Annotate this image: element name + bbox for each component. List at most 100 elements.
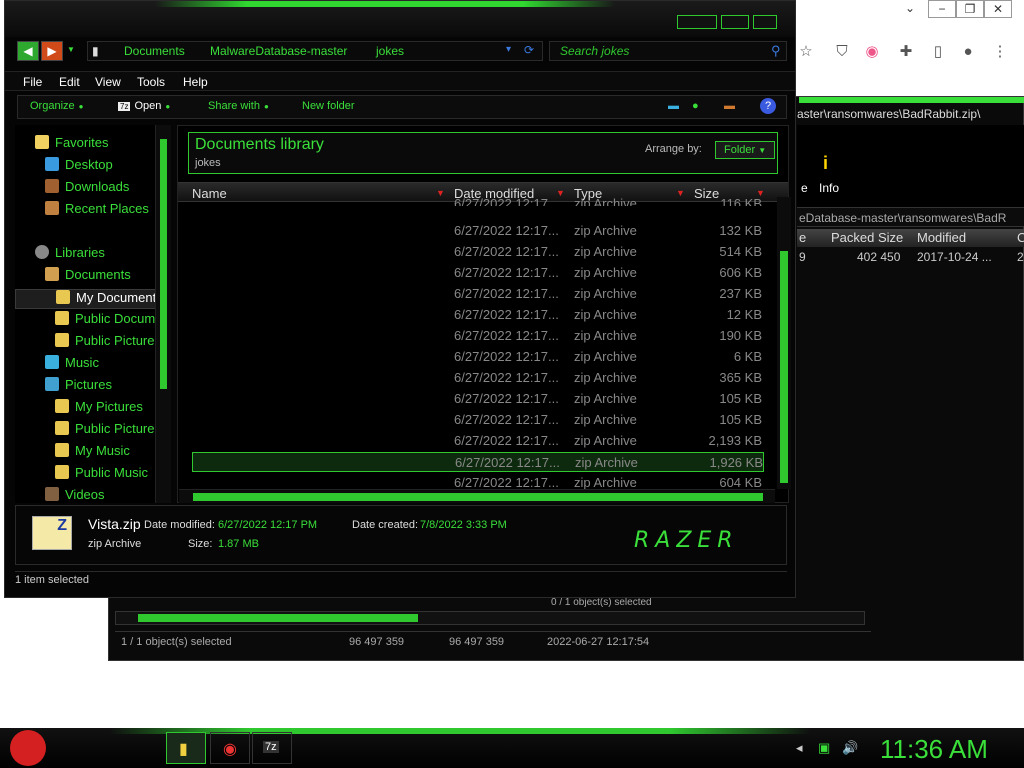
nav-item-desktop[interactable]: Desktop xyxy=(15,157,163,177)
nav-item-videos[interactable]: Videos xyxy=(15,487,163,507)
more-menu-icon[interactable]: ⋮ xyxy=(990,42,1010,62)
libraries-icon xyxy=(35,245,49,259)
file-list-horizontal-scrollbar[interactable] xyxy=(179,489,775,503)
taskbar-explorer-button[interactable]: ▮ xyxy=(166,732,206,764)
view-dropdown-icon[interactable]: ● xyxy=(692,100,699,112)
arrange-by-dropdown[interactable]: Folder ▼ xyxy=(715,141,775,159)
nav-item-my-pictures[interactable]: My Pictures xyxy=(15,399,163,419)
file-row[interactable]: ZFlasher.zip6/27/2022 12:17...zip Archiv… xyxy=(192,284,764,304)
minimize-button[interactable]: − xyxy=(928,0,956,18)
file-row[interactable]: ZCrazyNCS.zip6/27/2022 12:17...zip Archi… xyxy=(192,194,764,206)
tray-network-icon[interactable]: ▣ xyxy=(818,740,830,756)
nav-item-pictures[interactable]: Pictures xyxy=(15,377,163,397)
nav-item-my-document[interactable]: My Document xyxy=(15,289,165,309)
file-row[interactable]: ZPopup.zip6/27/2022 12:17...zip Archive3… xyxy=(192,368,764,388)
nav-item-documents[interactable]: Documents xyxy=(15,267,163,287)
col-modified[interactable]: Modified xyxy=(917,230,966,245)
file-row[interactable]: ZCurfun.zip6/27/2022 12:17...zip Archive… xyxy=(192,221,764,241)
7zip-row[interactable]: 9 402 450 2017-10-24 ... 2 xyxy=(797,250,1024,268)
search-icon[interactable]: ⚲ xyxy=(771,43,781,59)
file-hscroll-thumb[interactable] xyxy=(193,493,763,501)
nav-item-favorites[interactable]: Favorites xyxy=(15,135,163,155)
folder-icon: ▮ xyxy=(179,741,188,758)
file-row[interactable]: ZScreenScrew.zip6/27/2022 12:17...zip Ar… xyxy=(192,389,764,409)
info-button[interactable]: Info xyxy=(819,181,839,195)
7zip-address-bar[interactable]: eDatabase-master\ransomwares\BadR xyxy=(797,207,1024,227)
side-panel-icon[interactable]: ▯ xyxy=(928,42,948,62)
7zip-column-headers: e Packed Size Modified C xyxy=(797,229,1024,247)
nav-item-public-picture[interactable]: Public Picture xyxy=(15,333,163,353)
open-button[interactable]: 7z Open ● xyxy=(118,100,170,112)
file-row[interactable]: ZHydra.zip6/27/2022 12:17...zip Archive1… xyxy=(192,305,764,325)
file-list-vertical-scrollbar[interactable] xyxy=(777,197,791,489)
preview-pane-icon[interactable]: ▬ xyxy=(724,100,735,112)
menu-view[interactable]: View xyxy=(95,75,121,89)
nav-item-libraries[interactable]: Libraries xyxy=(15,245,163,265)
nav-item-music[interactable]: Music xyxy=(15,355,163,375)
status-bar: 1 item selected xyxy=(15,571,787,589)
menu-file[interactable]: File xyxy=(23,75,42,89)
taskbar-chrome-button[interactable]: ◉ xyxy=(210,732,250,764)
new-folder-button[interactable]: New folder xyxy=(302,100,355,112)
file-scroll-thumb[interactable] xyxy=(780,251,788,483)
file-row[interactable]: ZFakeWindowsUpdate.zip6/27/2022 12:17...… xyxy=(192,263,764,283)
file-row[interactable]: ZVista.zip6/27/2022 12:17...zip Archive1… xyxy=(192,452,764,472)
taskbar-clock[interactable]: 11:36 AM xyxy=(880,734,988,765)
maximize-button[interactable] xyxy=(721,15,749,29)
file-row[interactable]: ZTime.zip6/27/2022 12:17...zip Archive10… xyxy=(192,410,764,430)
start-button-angry-bird-icon[interactable] xyxy=(10,730,46,766)
close-button[interactable] xyxy=(753,15,777,29)
nav-scroll-thumb[interactable] xyxy=(160,139,167,389)
7zip-status-packed: 96 497 359 xyxy=(449,636,505,648)
nav-item-label: Libraries xyxy=(55,245,105,260)
search-input[interactable]: Search jokes xyxy=(549,41,787,61)
details-pane: Z Vista.zip Date modified: 6/27/2022 12:… xyxy=(15,505,787,565)
back-button[interactable]: ◀ xyxy=(17,41,39,61)
breadcrumb-malwaredatabase[interactable]: MalwareDatabase-master xyxy=(210,44,347,58)
share-with-button[interactable]: Share with ● xyxy=(208,100,269,112)
menu-help[interactable]: Help xyxy=(183,75,208,89)
organize-button[interactable]: Organize ● xyxy=(30,100,83,112)
7zip-scroll-thumb[interactable] xyxy=(138,614,418,622)
ublock-icon[interactable]: ⛉ xyxy=(832,42,852,62)
extensions-puzzle-icon[interactable]: ✚ xyxy=(896,42,916,62)
col-packed-size[interactable]: Packed Size xyxy=(831,230,903,245)
7zip-horizontal-scrollbar[interactable] xyxy=(115,611,865,625)
nav-pane-scrollbar[interactable] xyxy=(155,125,171,503)
extension-flag-icon[interactable]: ◉ xyxy=(862,42,882,62)
forward-button[interactable]: ▶ xyxy=(41,41,63,61)
help-icon[interactable]: ? xyxy=(760,98,776,114)
nav-item-label: Desktop xyxy=(65,157,113,172)
tab-search-button[interactable]: ⌄ xyxy=(896,0,924,18)
view-options-icon[interactable]: ▬ xyxy=(668,100,679,112)
address-dropdown-icon[interactable]: ▾ xyxy=(506,44,511,55)
7zip-toolbar-partial: e xyxy=(801,181,808,195)
nav-item-label: Favorites xyxy=(55,135,109,150)
profile-avatar-icon[interactable]: ● xyxy=(958,42,978,62)
file-row[interactable]: ZMelting.zip6/27/2022 12:17...zip Archiv… xyxy=(192,347,764,367)
restore-button[interactable]: ❐ xyxy=(956,0,984,18)
nav-item-public-pictures[interactable]: Public Pictures xyxy=(15,421,163,441)
nav-item-public-music[interactable]: Public Music xyxy=(15,465,163,485)
file-row[interactable]: ZLauncher.zip6/27/2022 12:17...zip Archi… xyxy=(192,326,764,346)
minimize-button[interactable] xyxy=(677,15,717,29)
nav-item-public-docum[interactable]: Public Docum xyxy=(15,311,163,331)
breadcrumb-documents[interactable]: Documents xyxy=(124,44,185,58)
nav-item-my-music[interactable]: My Music xyxy=(15,443,163,463)
address-bar[interactable]: ▮ Documents MalwareDatabase-master jokes… xyxy=(87,41,543,61)
menu-tools[interactable]: Tools xyxy=(137,75,165,89)
nav-item-downloads[interactable]: Downloads xyxy=(15,179,163,199)
bookmark-star-icon[interactable]: ☆ xyxy=(796,42,816,62)
menu-edit[interactable]: Edit xyxy=(59,75,80,89)
breadcrumb-jokes[interactable]: jokes xyxy=(376,44,404,58)
tray-volume-icon[interactable]: 🔊 xyxy=(842,740,858,756)
recent-pages-chevron-icon[interactable]: ▼ xyxy=(65,41,77,61)
refresh-icon[interactable]: ⟳ xyxy=(524,43,534,57)
taskbar-7zip-button[interactable]: 7z xyxy=(252,732,292,764)
close-button[interactable]: ✕ xyxy=(984,0,1012,18)
tray-expand-icon[interactable]: ◂ xyxy=(796,740,803,756)
file-row[interactable]: ZDesktopBoom.zip6/27/2022 12:17...zip Ar… xyxy=(192,242,764,262)
nav-item-recent-places[interactable]: Recent Places xyxy=(15,201,163,221)
info-icon[interactable]: i xyxy=(823,153,828,174)
file-row[interactable]: ZTrololo.zip6/27/2022 12:17...zip Archiv… xyxy=(192,431,764,451)
